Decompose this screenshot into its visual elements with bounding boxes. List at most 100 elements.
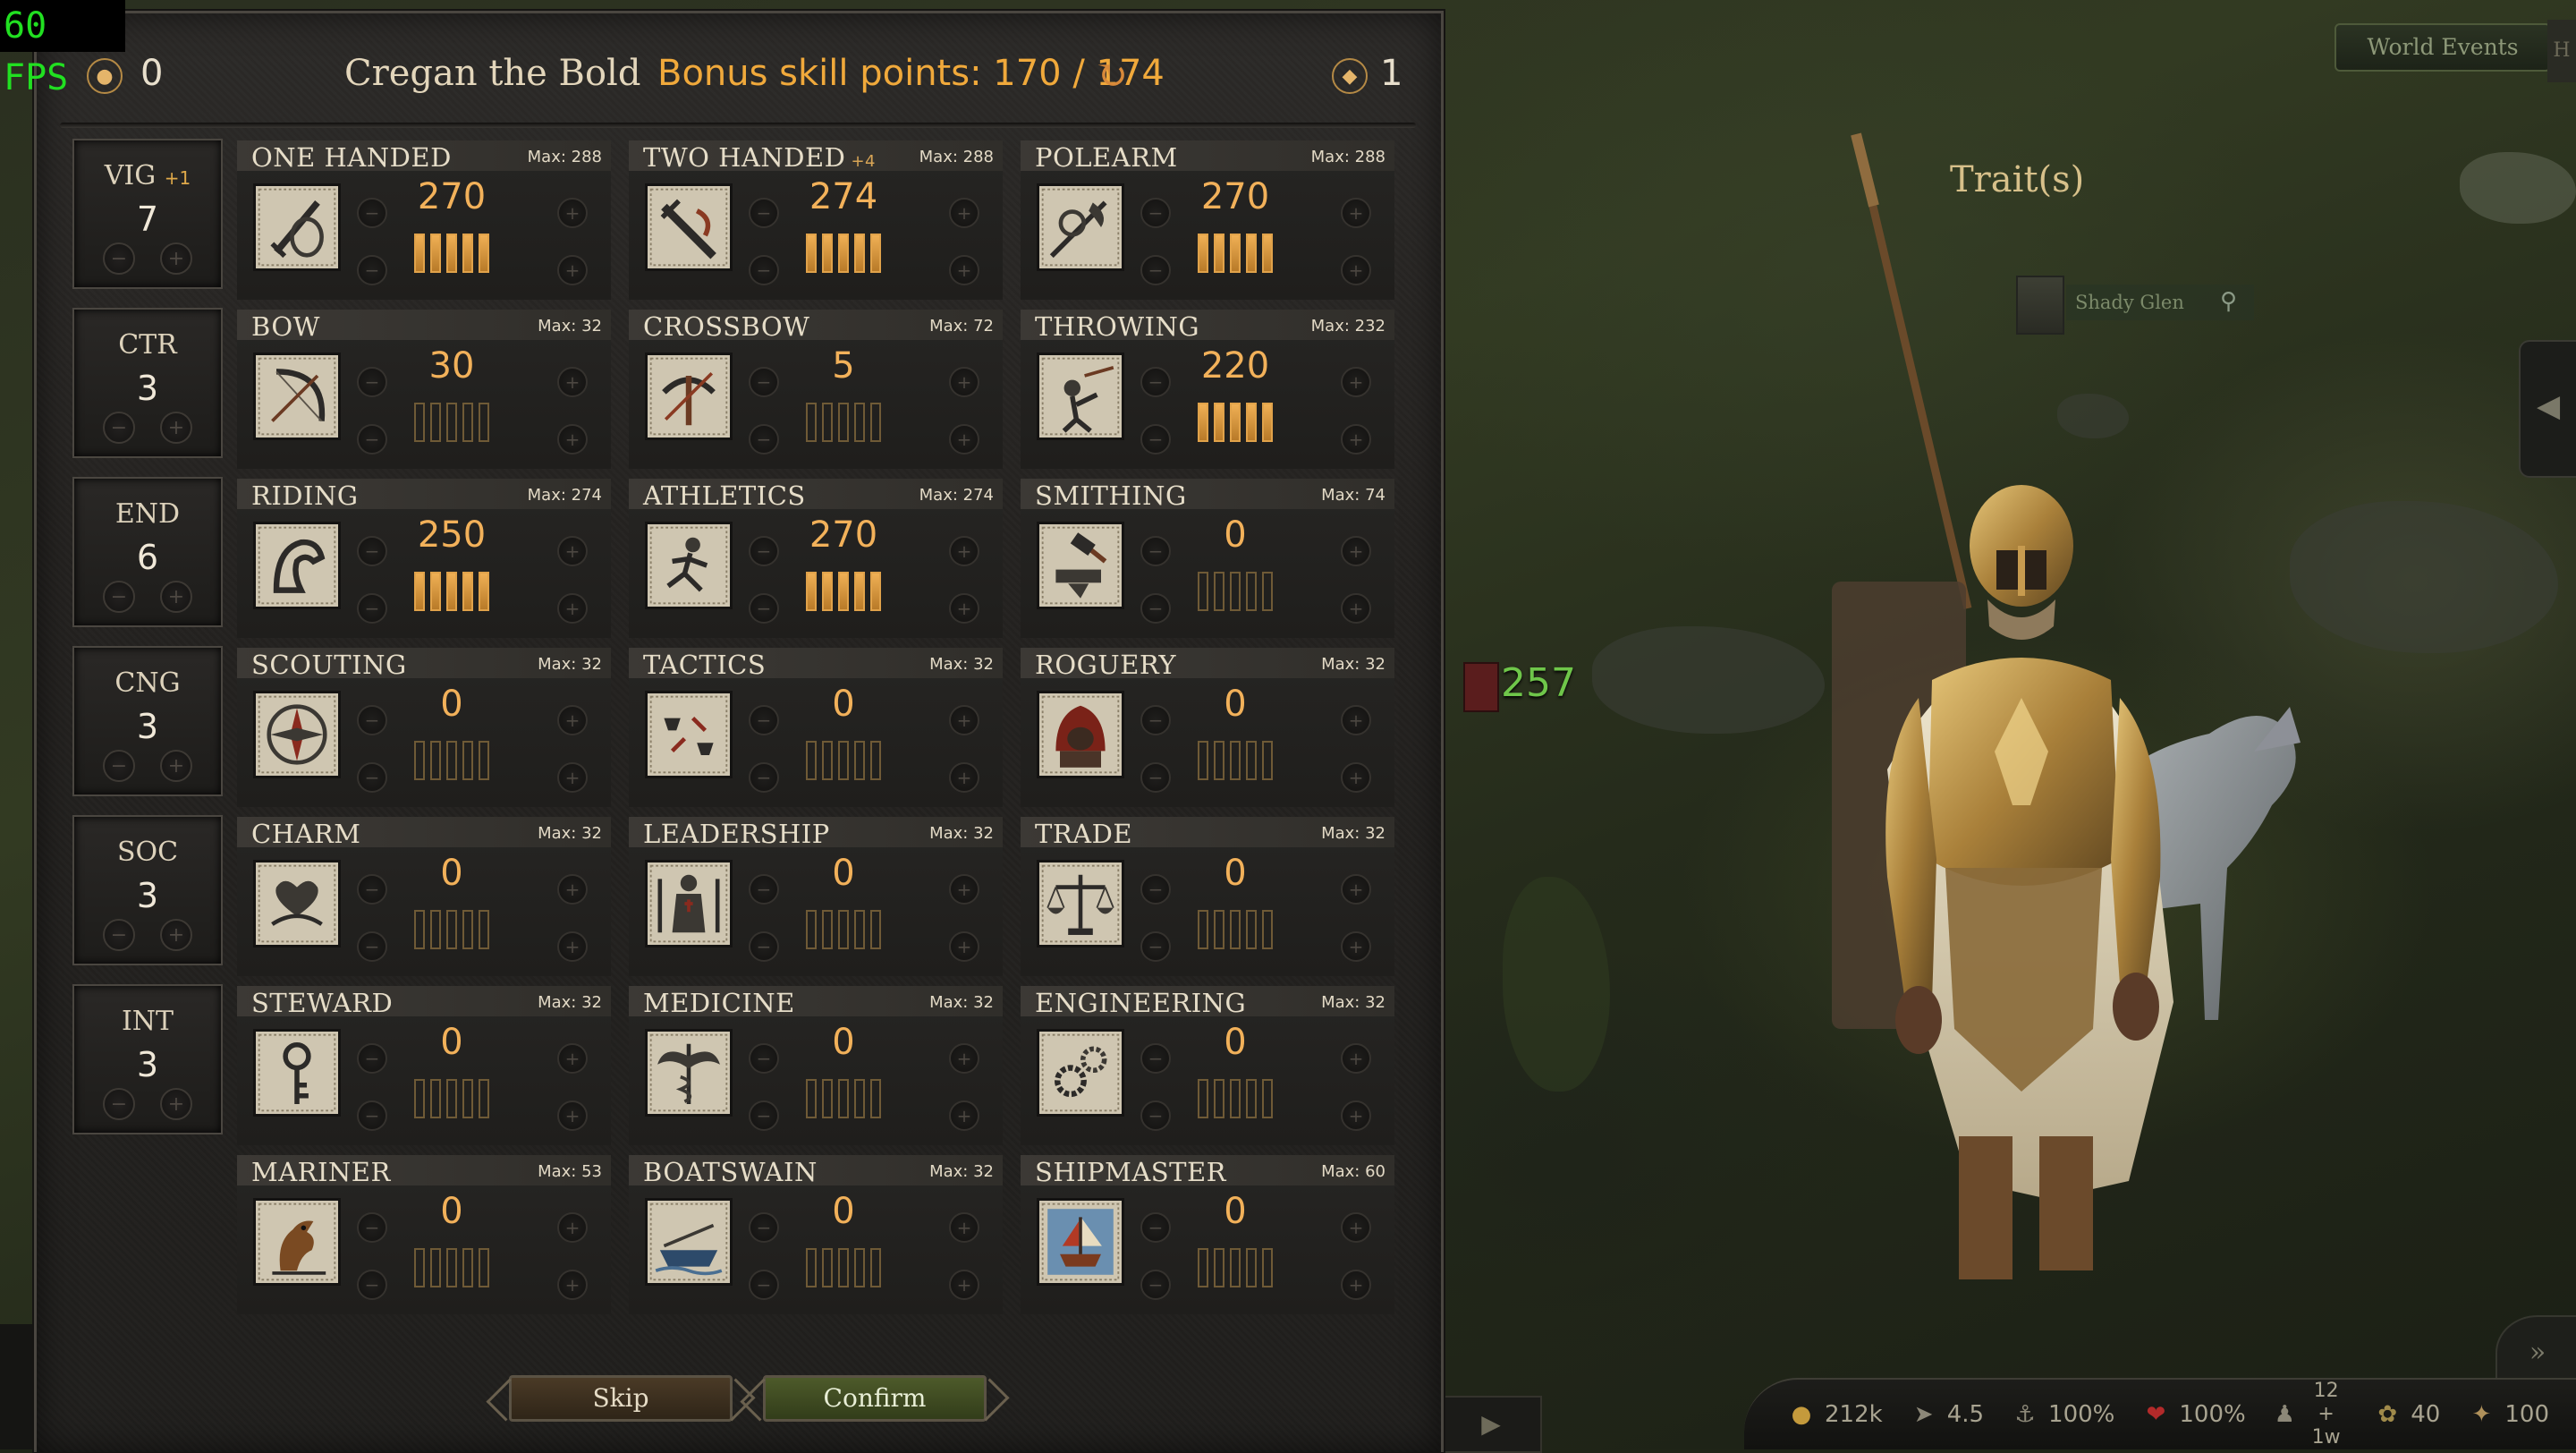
decrease-focus-button[interactable]: − [749, 593, 779, 624]
increase-skill-button[interactable]: + [557, 1043, 588, 1074]
decrease-focus-button[interactable]: − [1140, 593, 1171, 624]
skill-card-trade[interactable]: TRADE Max: 32− − + +0 [1021, 817, 1394, 976]
increase-skill-button[interactable]: + [949, 536, 979, 566]
increase-focus-button[interactable]: + [557, 1100, 588, 1131]
increase-focus-button[interactable]: + [557, 424, 588, 455]
increase-focus-button[interactable]: + [1341, 931, 1371, 962]
skill-card-riding[interactable]: RIDING Max: 274− − + +250 [237, 479, 611, 638]
increase-focus-button[interactable]: + [557, 762, 588, 793]
increase-focus-button[interactable]: + [1341, 1100, 1371, 1131]
world-events-button[interactable]: World Events [2334, 23, 2551, 72]
decrease-focus-button[interactable]: − [749, 255, 779, 285]
increase-skill-button[interactable]: + [1341, 536, 1371, 566]
skill-card-scouting[interactable]: SCOUTING Max: 32− − + +0 [237, 648, 611, 807]
skill-card-polearm[interactable]: POLEARM Max: 288− − + +270 [1021, 140, 1394, 300]
increase-skill-button[interactable]: + [1341, 705, 1371, 735]
increase-attribute-button[interactable]: + [160, 242, 192, 275]
increase-attribute-button[interactable]: + [160, 750, 192, 782]
decrease-focus-button[interactable]: − [357, 1270, 387, 1300]
increase-skill-button[interactable]: + [557, 367, 588, 397]
increase-skill-button[interactable]: + [1341, 367, 1371, 397]
increase-attribute-button[interactable]: + [160, 1088, 192, 1120]
increase-attribute-button[interactable]: + [160, 412, 192, 444]
increase-skill-button[interactable]: + [1341, 1212, 1371, 1243]
skill-card-medicine[interactable]: MEDICINE Max: 32− − + +0 [629, 986, 1003, 1145]
decrease-focus-button[interactable]: − [1140, 1270, 1171, 1300]
skill-card-roguery[interactable]: ROGUERY Max: 32− − + +0 [1021, 648, 1394, 807]
food-stat[interactable]: ⚓ 100% [2011, 1400, 2114, 1429]
skill-card-throwing[interactable]: THROWING Max: 232− − + +220 [1021, 310, 1394, 469]
health-stat[interactable]: ❤ 100% [2141, 1400, 2245, 1429]
skill-card-crossbow[interactable]: CROSSBOW Max: 72− − + +5 [629, 310, 1003, 469]
decrease-focus-button[interactable]: − [357, 931, 387, 962]
increase-skill-button[interactable]: + [1341, 874, 1371, 905]
decrease-focus-button[interactable]: − [749, 931, 779, 962]
increase-skill-button[interactable]: + [949, 1043, 979, 1074]
decrease-attribute-button[interactable]: − [103, 581, 135, 613]
increase-skill-button[interactable]: + [949, 705, 979, 735]
skill-card-bow[interactable]: BOW Max: 32− − + +30 [237, 310, 611, 469]
decrease-focus-button[interactable]: − [357, 255, 387, 285]
increase-attribute-button[interactable]: + [160, 581, 192, 613]
increase-focus-button[interactable]: + [949, 424, 979, 455]
edge-tab[interactable]: H [2547, 20, 2576, 82]
confirm-button[interactable]: Confirm [763, 1375, 987, 1422]
increase-skill-button[interactable]: + [557, 536, 588, 566]
increase-focus-button[interactable]: + [1341, 255, 1371, 285]
decrease-focus-button[interactable]: − [1140, 424, 1171, 455]
increase-focus-button[interactable]: + [557, 931, 588, 962]
skill-card-engineering[interactable]: ENGINEERING Max: 32− − + +0 [1021, 986, 1394, 1145]
increase-skill-button[interactable]: + [557, 874, 588, 905]
decrease-focus-button[interactable]: − [357, 1100, 387, 1131]
party-marker[interactable]: 257 [1463, 659, 1580, 712]
increase-attribute-button[interactable]: + [160, 919, 192, 951]
decrease-attribute-button[interactable]: − [103, 412, 135, 444]
skill-card-shipmaster[interactable]: SHIPMASTER Max: 60− − + +0 [1021, 1155, 1394, 1314]
morale-stat[interactable]: ✿ 40 [2373, 1400, 2440, 1429]
decrease-attribute-button[interactable]: − [103, 750, 135, 782]
gold-stat[interactable]: ● 212k [1787, 1400, 1883, 1429]
decrease-focus-button[interactable]: − [1140, 1100, 1171, 1131]
decrease-focus-button[interactable]: − [749, 424, 779, 455]
troops-stat[interactable]: ♟ 12 + 1w [2273, 1380, 2347, 1449]
increase-skill-button[interactable]: + [949, 367, 979, 397]
skip-button[interactable]: Skip [509, 1375, 733, 1422]
increase-focus-button[interactable]: + [949, 1100, 979, 1131]
increase-skill-button[interactable]: + [557, 705, 588, 735]
increase-focus-button[interactable]: + [949, 1270, 979, 1300]
increase-focus-button[interactable]: + [949, 762, 979, 793]
decrease-attribute-button[interactable]: − [103, 919, 135, 951]
decrease-focus-button[interactable]: − [1140, 931, 1171, 962]
skill-card-athletics[interactable]: ATHLETICS Max: 274− − + +270 [629, 479, 1003, 638]
decrease-focus-button[interactable]: − [1140, 762, 1171, 793]
skill-card-steward[interactable]: STEWARD Max: 32− − + +0 [237, 986, 611, 1145]
increase-focus-button[interactable]: + [557, 255, 588, 285]
increase-focus-button[interactable]: + [949, 255, 979, 285]
increase-focus-button[interactable]: + [949, 593, 979, 624]
decrease-focus-button[interactable]: − [357, 593, 387, 624]
increase-skill-button[interactable]: + [949, 1212, 979, 1243]
decrease-focus-button[interactable]: − [357, 424, 387, 455]
decrease-focus-button[interactable]: − [749, 1270, 779, 1300]
decrease-attribute-button[interactable]: − [103, 1088, 135, 1120]
decrease-focus-button[interactable]: − [749, 762, 779, 793]
skill-card-leadership[interactable]: LEADERSHIP Max: 32− − + +0 [629, 817, 1003, 976]
increase-skill-button[interactable]: + [1341, 1043, 1371, 1074]
increase-skill-button[interactable]: + [557, 1212, 588, 1243]
skill-card-mariner[interactable]: MARINER Max: 53− − + +0 [237, 1155, 611, 1314]
increase-focus-button[interactable]: + [1341, 762, 1371, 793]
decrease-focus-button[interactable]: − [357, 762, 387, 793]
increase-skill-button[interactable]: + [557, 198, 588, 228]
influence-stat[interactable]: ✦ 100 [2467, 1400, 2549, 1429]
skill-card-boatswain[interactable]: BOATSWAIN Max: 32− − + +0 [629, 1155, 1003, 1314]
increase-focus-button[interactable]: + [557, 593, 588, 624]
decrease-focus-button[interactable]: − [749, 1100, 779, 1131]
increase-skill-button[interactable]: + [949, 198, 979, 228]
decrease-focus-button[interactable]: − [1140, 255, 1171, 285]
expand-arrow-button[interactable]: ▶ [1440, 1396, 1542, 1453]
skill-card-one-handed[interactable]: ONE HANDED Max: 288− − + +270 [237, 140, 611, 300]
side-panel-handle[interactable]: ◀ [2519, 340, 2576, 478]
increase-skill-button[interactable]: + [1341, 198, 1371, 228]
skill-card-tactics[interactable]: TACTICS Max: 32− − + +0 [629, 648, 1003, 807]
increase-focus-button[interactable]: + [1341, 593, 1371, 624]
